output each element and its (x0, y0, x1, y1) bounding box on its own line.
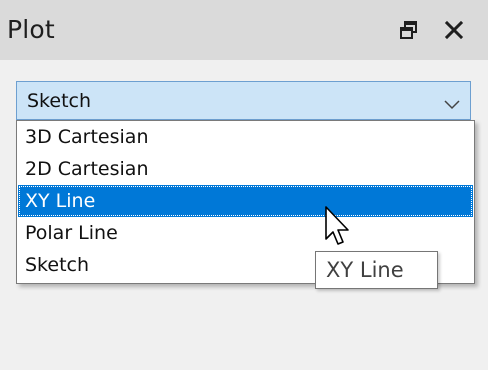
plot-type-combobox[interactable]: Sketch (16, 81, 471, 120)
combobox-value: Sketch (27, 90, 92, 112)
chevron-down-icon[interactable] (443, 95, 461, 110)
mouse-pointer-icon (324, 205, 354, 253)
panel-title-bar: Plot (0, 0, 488, 60)
float-restore-icon[interactable] (396, 17, 422, 43)
tooltip: XY Line (315, 251, 438, 289)
panel-title: Plot (7, 15, 55, 44)
option-3d-cartesian[interactable]: 3D Cartesian (18, 121, 473, 153)
close-icon[interactable] (441, 17, 467, 43)
option-xy-line[interactable]: XY Line (18, 185, 473, 217)
option-polar-line[interactable]: Polar Line (18, 217, 473, 249)
option-2d-cartesian[interactable]: 2D Cartesian (18, 153, 473, 185)
tooltip-text: XY Line (326, 258, 404, 282)
